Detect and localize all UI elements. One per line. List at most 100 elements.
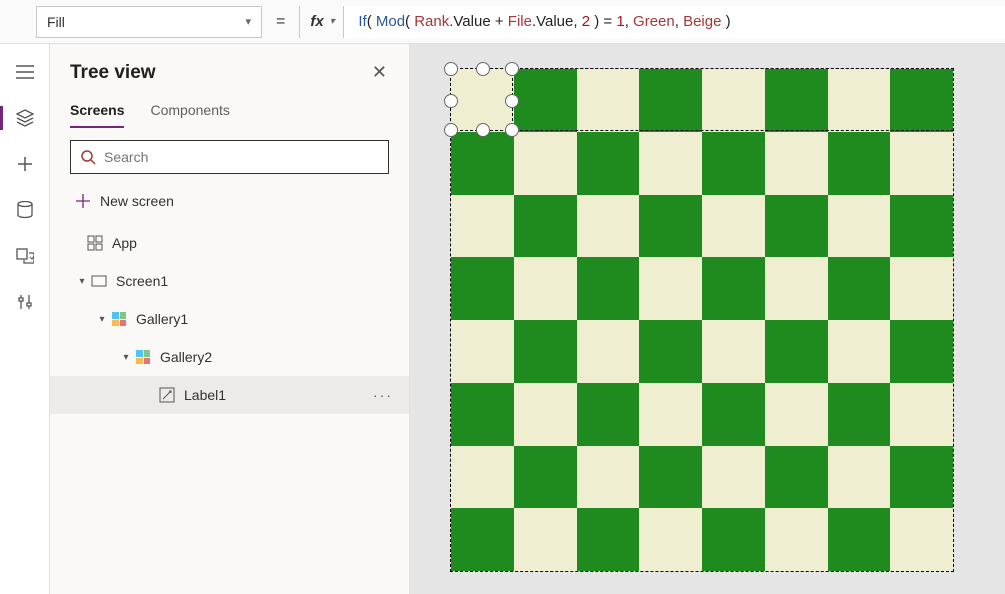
tools-icon[interactable] [15,292,35,312]
board-square[interactable] [639,383,702,446]
board-square[interactable] [702,320,765,383]
board-square[interactable] [890,132,953,195]
tree-node-gallery2[interactable]: ▾ Gallery2 [50,338,409,376]
board-square[interactable] [639,69,702,132]
board-square[interactable] [765,69,828,132]
board-square[interactable] [702,257,765,320]
board-square[interactable] [577,132,640,195]
board-square[interactable] [639,320,702,383]
board-square[interactable] [828,132,891,195]
board-square[interactable] [639,446,702,509]
board-square[interactable] [451,257,514,320]
board-square[interactable] [451,195,514,258]
board-square[interactable] [577,446,640,509]
board-square[interactable] [702,69,765,132]
board-square[interactable] [828,508,891,571]
board-square[interactable] [890,257,953,320]
resize-handle-s[interactable] [476,123,490,137]
board-square[interactable] [451,383,514,446]
resize-handle-se[interactable] [505,123,519,137]
board-square[interactable] [451,446,514,509]
board-square[interactable] [639,132,702,195]
board-square[interactable] [577,383,640,446]
search-input[interactable] [104,149,378,165]
board-square[interactable] [765,195,828,258]
tab-screens[interactable]: Screens [70,102,124,128]
formula-token: .Value, [532,13,582,30]
board-square[interactable] [514,69,577,132]
board-square[interactable] [890,320,953,383]
board-square[interactable] [890,508,953,571]
more-button[interactable]: ··· [373,387,393,403]
resize-handle-sw[interactable] [444,123,458,137]
board-square[interactable] [514,383,577,446]
fx-button[interactable]: fx ▾ [299,6,343,38]
layers-icon[interactable] [15,108,35,128]
board-square[interactable] [451,508,514,571]
selection-cell-outline[interactable] [450,68,513,131]
chevron-down-icon[interactable]: ▾ [74,276,90,287]
board-square[interactable] [514,508,577,571]
board-square[interactable] [828,320,891,383]
board-square[interactable] [828,257,891,320]
chevron-down-icon[interactable]: ▾ [94,314,110,325]
resize-handle-ne[interactable] [505,62,519,76]
tree-node-screen1[interactable]: ▾ Screen1 [50,262,409,300]
board-square[interactable] [702,383,765,446]
hamburger-icon[interactable] [15,62,35,82]
board-square[interactable] [890,446,953,509]
board-square[interactable] [828,69,891,132]
resize-handle-e[interactable] [505,94,519,108]
board-square[interactable] [765,132,828,195]
board-square[interactable] [577,508,640,571]
board-square[interactable] [890,195,953,258]
plus-icon[interactable] [15,154,35,174]
board-square[interactable] [702,508,765,571]
board-square[interactable] [577,320,640,383]
board-square[interactable] [451,132,514,195]
board-square[interactable] [514,257,577,320]
board-square[interactable] [765,257,828,320]
property-dropdown[interactable]: Fill ▾ [36,6,262,38]
tree-node-gallery1[interactable]: ▾ Gallery1 [50,300,409,338]
tree-node-label1[interactable]: Label1 ··· [50,376,409,414]
board-square[interactable] [639,508,702,571]
board-square[interactable] [639,195,702,258]
tree-node-app[interactable]: App [50,224,409,262]
board-square[interactable] [639,257,702,320]
board-square[interactable] [702,446,765,509]
resize-handle-w[interactable] [444,94,458,108]
data-icon[interactable] [15,200,35,220]
resize-handle-n[interactable] [476,62,490,76]
chevron-down-icon[interactable]: ▾ [118,352,134,363]
new-screen-button[interactable]: New screen [70,182,389,220]
board-square[interactable] [765,320,828,383]
formula-input[interactable]: If( Mod( Rank.Value + File.Value, 2 ) = … [343,6,1005,38]
board-square[interactable] [890,69,953,132]
board-square[interactable] [765,446,828,509]
board-square[interactable] [828,446,891,509]
search-box[interactable] [70,140,389,174]
active-indicator [0,106,3,130]
tab-components[interactable]: Components [150,102,229,128]
resize-handle-nw[interactable] [444,62,458,76]
board-square[interactable] [514,195,577,258]
board-square[interactable] [514,446,577,509]
board-square[interactable] [702,132,765,195]
media-icon[interactable] [15,246,35,266]
close-icon[interactable]: ✕ [372,62,387,83]
board-square[interactable] [577,195,640,258]
board-square[interactable] [702,195,765,258]
board-square[interactable] [514,320,577,383]
board-square[interactable] [577,257,640,320]
canvas-area[interactable] [410,44,1005,594]
board-square[interactable] [890,383,953,446]
board-square[interactable] [451,320,514,383]
board-square[interactable] [514,132,577,195]
board-square[interactable] [828,195,891,258]
board-square[interactable] [577,69,640,132]
board-square[interactable] [765,383,828,446]
board-square[interactable] [765,508,828,571]
board-square[interactable] [828,383,891,446]
checkerboard[interactable] [450,68,954,572]
